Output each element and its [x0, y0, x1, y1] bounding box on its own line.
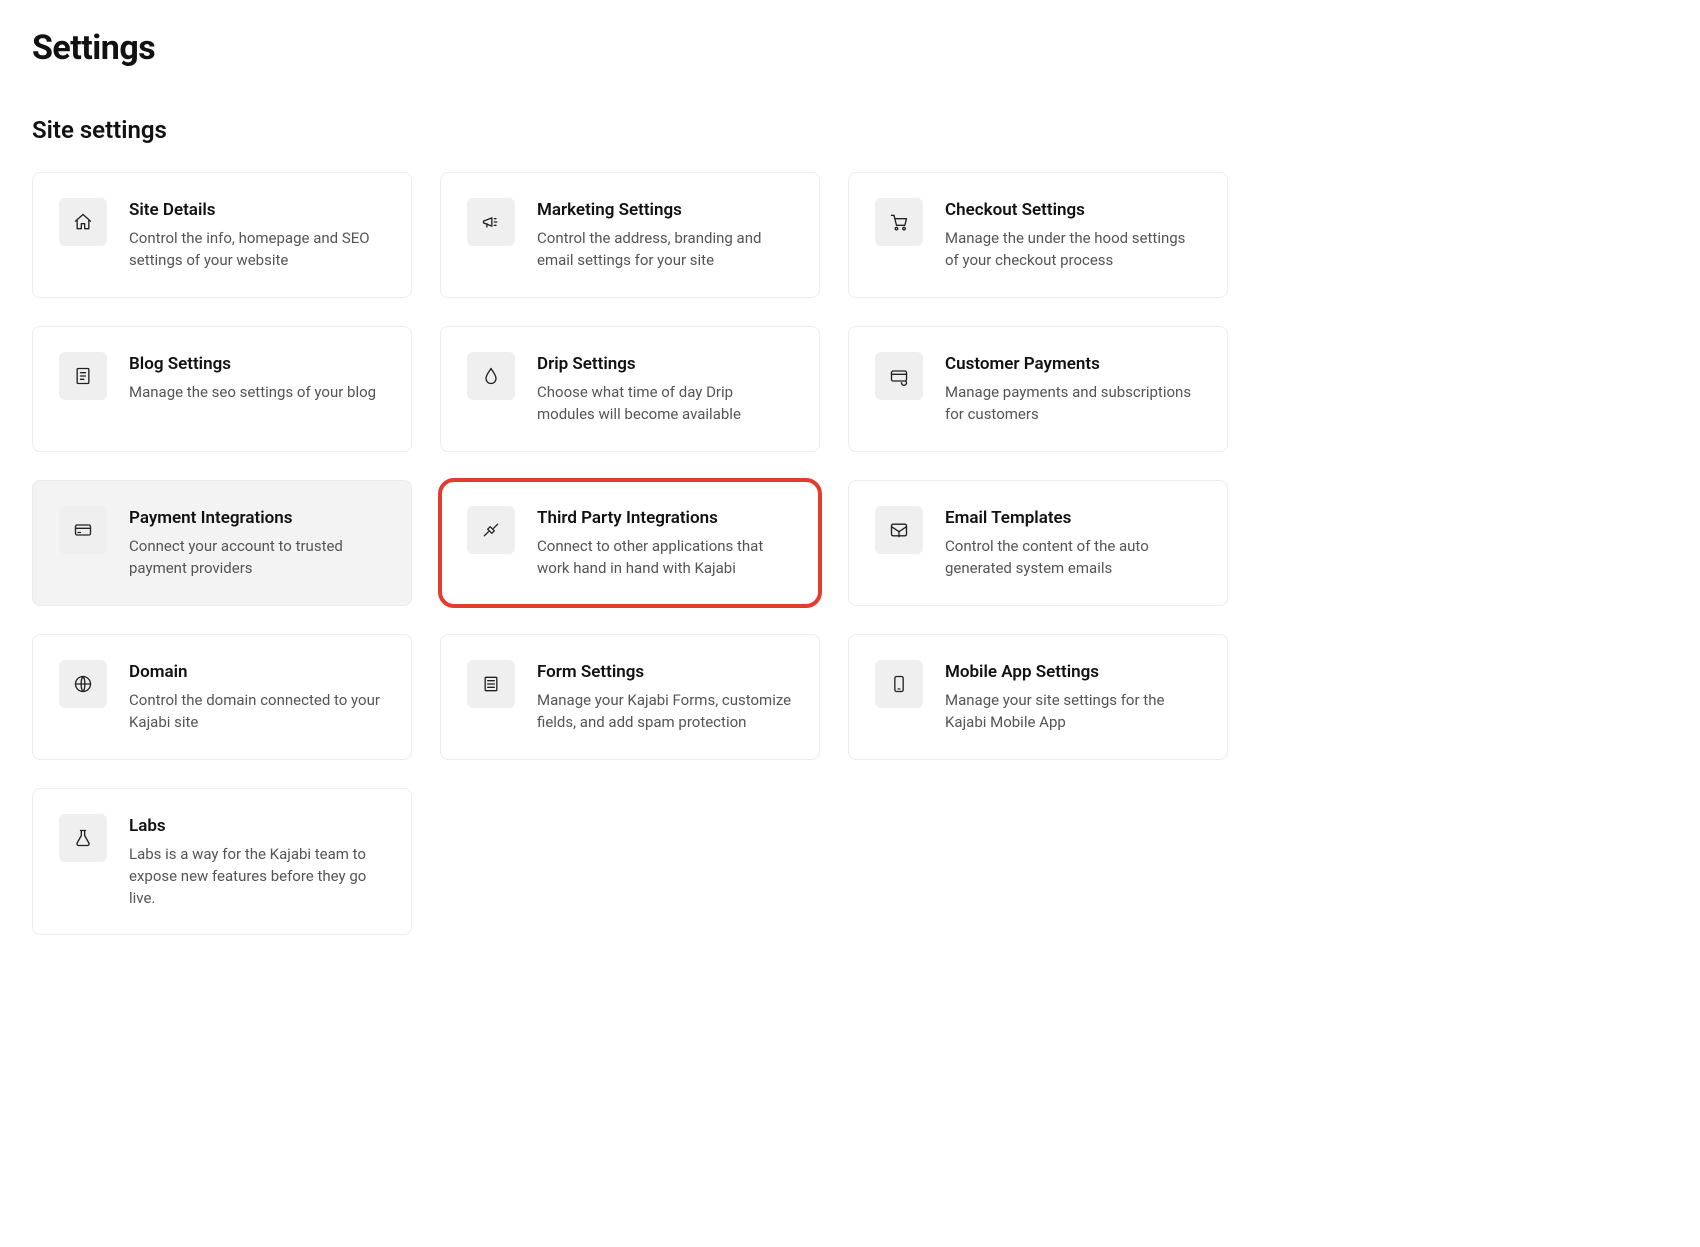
card-customer-payments[interactable]: Customer Payments Manage payments and sub…: [848, 326, 1228, 452]
card-description: Connect to other applications that work …: [537, 536, 793, 580]
card-title: Marketing Settings: [537, 200, 793, 220]
card-mobile-app-settings[interactable]: Mobile App Settings Manage your site sett…: [848, 634, 1228, 760]
drip-icon: [467, 352, 515, 400]
plug-icon: [467, 506, 515, 554]
card-title: Third Party Integrations: [537, 508, 793, 528]
card-description: Manage the seo settings of your blog: [129, 382, 385, 404]
card-description: Manage payments and subscriptions for cu…: [945, 382, 1201, 426]
section-title: Site settings: [32, 116, 1668, 144]
card-text: Payment Integrations Connect your account…: [129, 506, 385, 580]
card-description: Control the address, branding and email …: [537, 228, 793, 272]
card-labs[interactable]: Labs Labs is a way for the Kajabi team to…: [32, 788, 412, 935]
card-text: Domain Control the domain connected to yo…: [129, 660, 385, 734]
card-description: Connect your account to trusted payment …: [129, 536, 385, 580]
card-title: Email Templates: [945, 508, 1201, 528]
card-title: Blog Settings: [129, 354, 385, 374]
cart-icon: [875, 198, 923, 246]
form-icon: [467, 660, 515, 708]
card-text: Third Party Integrations Connect to other…: [537, 506, 793, 580]
card-third-party-integrations[interactable]: Third Party Integrations Connect to other…: [440, 480, 820, 606]
page-title: Settings: [32, 28, 1668, 68]
settings-cards-grid: Site Details Control the info, homepage a…: [32, 172, 1668, 935]
card-title: Mobile App Settings: [945, 662, 1201, 682]
card-text: Mobile App Settings Manage your site sett…: [945, 660, 1201, 734]
card-title: Payment Integrations: [129, 508, 385, 528]
card-title: Labs: [129, 816, 385, 836]
blog-icon: [59, 352, 107, 400]
card-sync-icon: [875, 352, 923, 400]
card-description: Choose what time of day Drip modules wil…: [537, 382, 793, 426]
card-drip-settings[interactable]: Drip Settings Choose what time of day Dri…: [440, 326, 820, 452]
card-description: Manage your Kajabi Forms, customize fiel…: [537, 690, 793, 734]
card-domain[interactable]: Domain Control the domain connected to yo…: [32, 634, 412, 760]
card-title: Customer Payments: [945, 354, 1201, 374]
card-description: Manage your site settings for the Kajabi…: [945, 690, 1201, 734]
card-description: Manage the under the hood settings of yo…: [945, 228, 1201, 272]
card-text: Marketing Settings Control the address, b…: [537, 198, 793, 272]
card-text: Labs Labs is a way for the Kajabi team to…: [129, 814, 385, 909]
card-text: Customer Payments Manage payments and sub…: [945, 352, 1201, 426]
card-text: Form Settings Manage your Kajabi Forms, c…: [537, 660, 793, 734]
card-title: Domain: [129, 662, 385, 682]
card-title: Drip Settings: [537, 354, 793, 374]
card-email-templates[interactable]: Email Templates Control the content of th…: [848, 480, 1228, 606]
card-site-details[interactable]: Site Details Control the info, homepage a…: [32, 172, 412, 298]
card-marketing-settings[interactable]: Marketing Settings Control the address, b…: [440, 172, 820, 298]
home-icon: [59, 198, 107, 246]
card-text: Blog Settings Manage the seo settings of …: [129, 352, 385, 404]
card-description: Control the content of the auto generate…: [945, 536, 1201, 580]
card-text: Drip Settings Choose what time of day Dri…: [537, 352, 793, 426]
card-title: Form Settings: [537, 662, 793, 682]
card-form-settings[interactable]: Form Settings Manage your Kajabi Forms, c…: [440, 634, 820, 760]
card-title: Checkout Settings: [945, 200, 1201, 220]
card-text: Email Templates Control the content of th…: [945, 506, 1201, 580]
mobile-icon: [875, 660, 923, 708]
card-blog-settings[interactable]: Blog Settings Manage the seo settings of …: [32, 326, 412, 452]
card-title: Site Details: [129, 200, 385, 220]
card-payment-integrations[interactable]: Payment Integrations Connect your account…: [32, 480, 412, 606]
megaphone-icon: [467, 198, 515, 246]
credit-card-icon: [59, 506, 107, 554]
flask-icon: [59, 814, 107, 862]
card-checkout-settings[interactable]: Checkout Settings Manage the under the ho…: [848, 172, 1228, 298]
globe-icon: [59, 660, 107, 708]
card-description: Labs is a way for the Kajabi team to exp…: [129, 844, 385, 909]
card-text: Site Details Control the info, homepage a…: [129, 198, 385, 272]
card-description: Control the info, homepage and SEO setti…: [129, 228, 385, 272]
card-description: Control the domain connected to your Kaj…: [129, 690, 385, 734]
card-text: Checkout Settings Manage the under the ho…: [945, 198, 1201, 272]
email-template-icon: [875, 506, 923, 554]
